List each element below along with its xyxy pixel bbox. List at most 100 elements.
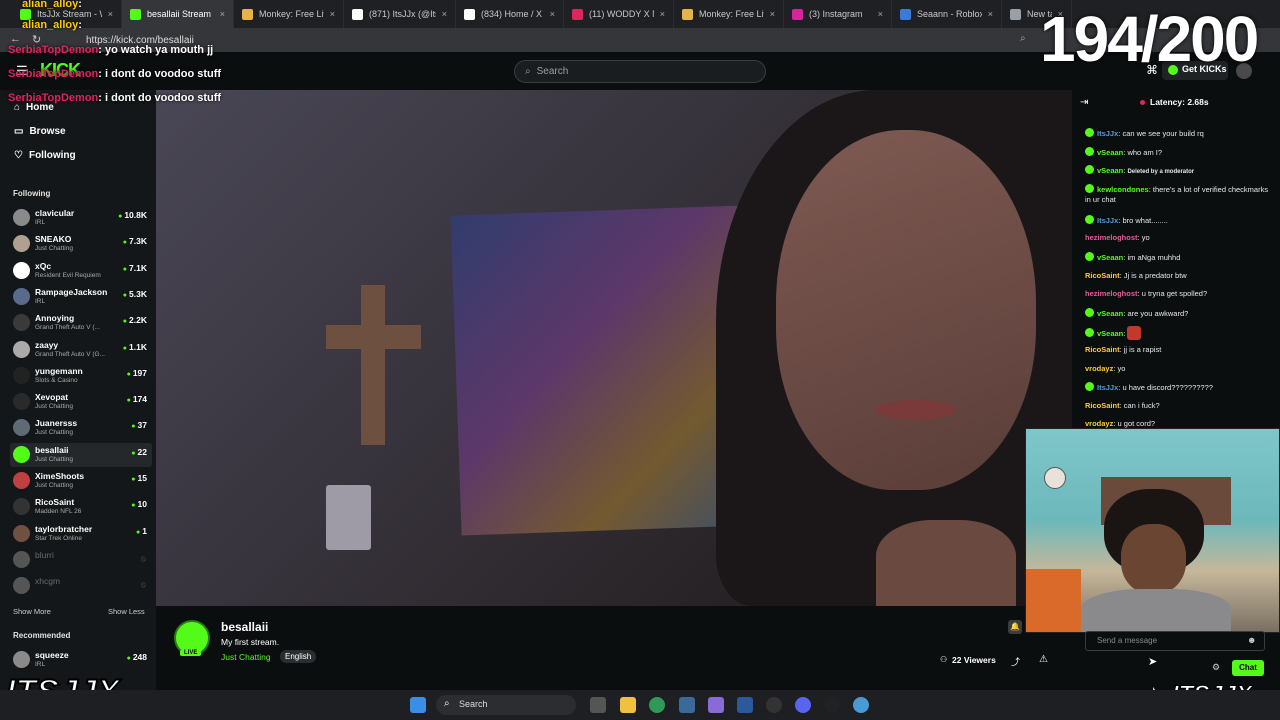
browser-tab[interactable]: (834) Home / X × bbox=[456, 0, 564, 28]
file-explorer-icon[interactable] bbox=[620, 697, 636, 713]
sidebar-channel-blurri[interactable]: blurri ⦸ bbox=[10, 548, 152, 572]
channel-name[interactable]: besallaii bbox=[221, 620, 268, 634]
chat-text: can we see your build rq bbox=[1122, 129, 1204, 138]
sidebar-channel-xhcgm[interactable]: xhcgm ⦸ bbox=[10, 574, 152, 598]
close-tab-icon[interactable]: × bbox=[878, 9, 883, 19]
channel-category: IRL bbox=[35, 661, 46, 668]
browser-tab[interactable]: (871) ItsJJx (@ItsJJx_ × bbox=[344, 0, 456, 28]
app-icon-3[interactable] bbox=[766, 697, 782, 713]
channel-viewer-count: 2.2K bbox=[123, 315, 147, 325]
settings-icon[interactable]: ⚙ bbox=[1212, 662, 1220, 673]
category-link[interactable]: Just Chatting bbox=[221, 652, 271, 662]
store-icon[interactable] bbox=[737, 697, 753, 713]
browser-tab[interactable]: Monkey: Free Live V × bbox=[234, 0, 344, 28]
sidebar-channel-squeeze[interactable]: squeezeIRL 248 bbox=[10, 648, 152, 672]
language-tag[interactable]: English bbox=[280, 650, 317, 663]
close-tab-icon[interactable]: × bbox=[220, 9, 225, 19]
verified-badge-icon bbox=[1085, 214, 1094, 224]
report-icon[interactable]: ⚠ bbox=[1039, 654, 1048, 665]
bell-icon[interactable]: 🔔 bbox=[1008, 620, 1022, 634]
emoji-icon[interactable]: ☻ bbox=[1247, 635, 1256, 645]
obs-icon[interactable] bbox=[824, 697, 840, 713]
chat-username[interactable]: ItsJJx bbox=[1097, 383, 1118, 392]
browser-tab[interactable]: Seaann - Roblox × bbox=[892, 0, 1002, 28]
chat-username[interactable]: hezimeloghost bbox=[1085, 289, 1138, 298]
chat-username[interactable]: vSeaan bbox=[1097, 253, 1123, 262]
sidebar-channel-ximeshoots[interactable]: XimeShootsJust Chatting 15 bbox=[10, 469, 152, 493]
browser-tab[interactable]: Monkey: Free Live V × bbox=[674, 0, 784, 28]
chat-username[interactable]: vrodayz bbox=[1085, 364, 1113, 373]
chat-username[interactable]: RicoSaint bbox=[1085, 271, 1120, 280]
search-input[interactable]: ⌕ Search bbox=[514, 60, 766, 83]
chat-username[interactable]: RicoSaint bbox=[1085, 345, 1120, 354]
video-player[interactable] bbox=[156, 90, 1072, 606]
sidebar-channel-xevopat[interactable]: XevopatJust Chatting 174 bbox=[10, 390, 152, 414]
chat-username[interactable]: vSeaan bbox=[1097, 148, 1123, 157]
sidebar-channel-clavicular[interactable]: clavicularIRL 10.8K bbox=[10, 206, 152, 230]
heart-icon: ♡ bbox=[14, 150, 23, 161]
show-less-button[interactable]: Show Less bbox=[108, 607, 145, 616]
app-icon-1[interactable] bbox=[679, 697, 695, 713]
sidebar-channel-juanersss[interactable]: JuanersssJust Chatting 37 bbox=[10, 416, 152, 440]
channel-avatar bbox=[13, 419, 30, 437]
verified-badge-icon bbox=[1085, 146, 1094, 156]
overlay-chat-line: SerbiaTopDemon: i dont do voodoo stuff bbox=[8, 68, 221, 80]
overlay-chat-text: i dont do voodoo stuff bbox=[105, 92, 222, 104]
chat-username[interactable]: kewlcondones bbox=[1097, 185, 1149, 194]
channel-viewer-count: 1 bbox=[136, 526, 147, 536]
sidebar-nav-browse[interactable]: ▭ Browse bbox=[14, 126, 66, 137]
sidebar-channel-besallaii[interactable]: besallaiiJust Chatting 22 bbox=[10, 442, 152, 467]
chat-username[interactable]: vSeaan bbox=[1097, 309, 1123, 318]
search-placeholder: Search bbox=[536, 66, 569, 77]
browser-tab[interactable]: (11) WODDY X MHA × bbox=[564, 0, 674, 28]
sidebar-channel-xqc[interactable]: xQcResident Evil Requiem 7.1K bbox=[10, 259, 152, 283]
sidebar-channel-zaayy[interactable]: zaayyGrand Theft Auto V (G... 1.1K bbox=[10, 338, 152, 362]
chat-message: vSeaan: who am I? bbox=[1085, 146, 1275, 158]
taskbar-search[interactable]: ⌕ Search bbox=[436, 695, 576, 715]
close-tab-icon[interactable]: × bbox=[108, 9, 113, 19]
browser-tab[interactable]: (3) Instagram × bbox=[784, 0, 892, 28]
overlay-chat-text: yo watch ya mouth jj bbox=[105, 44, 214, 56]
channel-avatar bbox=[13, 524, 30, 542]
share-icon[interactable]: ⤴ bbox=[1011, 655, 1020, 668]
chat-message: ItsJJx: u have discord?????????? bbox=[1085, 382, 1275, 393]
zoom-icon[interactable]: ⌕ bbox=[1020, 33, 1026, 44]
chat-text: yo bbox=[1117, 363, 1126, 373]
overlay-chat-user: SerbiaTopDemon bbox=[8, 68, 99, 80]
sidebar-channel-annoying[interactable]: AnnoyingGrand Theft Auto V (... 2.2K bbox=[10, 311, 152, 335]
stream-title: My first stream. bbox=[221, 637, 280, 647]
chat-username[interactable]: ItsJJx bbox=[1097, 216, 1118, 225]
chat-message: ItsJJx: can we see your build rq bbox=[1085, 128, 1275, 139]
chat-username[interactable]: vSeaan bbox=[1097, 329, 1123, 338]
chat-username[interactable]: RicoSaint bbox=[1085, 401, 1120, 410]
chat-send-button[interactable]: Chat bbox=[1232, 660, 1264, 676]
discord-icon[interactable] bbox=[795, 697, 811, 713]
chat-username[interactable]: hezimeloghost bbox=[1085, 233, 1138, 242]
close-tab-icon[interactable]: × bbox=[770, 9, 775, 19]
chat-input-placeholder: Send a message bbox=[1097, 636, 1158, 645]
chat-username[interactable]: vSeaan bbox=[1097, 166, 1123, 175]
close-tab-icon[interactable]: × bbox=[442, 9, 447, 19]
sidebar-nav-following[interactable]: ♡ Following bbox=[14, 150, 76, 161]
collapse-chat-icon[interactable]: ⇥ bbox=[1080, 97, 1088, 108]
windows-start-icon[interactable] bbox=[410, 697, 426, 713]
task-view-icon[interactable] bbox=[590, 697, 606, 713]
close-tab-icon[interactable]: × bbox=[660, 9, 665, 19]
close-tab-icon[interactable]: × bbox=[330, 9, 335, 19]
close-tab-icon[interactable]: × bbox=[550, 9, 555, 19]
close-tab-icon[interactable]: × bbox=[988, 9, 993, 19]
chat-text: u tryna get spolled? bbox=[1141, 289, 1208, 299]
chat-input[interactable]: Send a message ☻ bbox=[1085, 631, 1265, 651]
sidebar-channel-ricosaint[interactable]: RicoSaintMadden NFL 26 10 bbox=[10, 495, 152, 519]
chat-username[interactable]: ItsJJx bbox=[1097, 129, 1118, 138]
show-more-button[interactable]: Show More bbox=[13, 607, 51, 616]
chat-message: vSeaan: bbox=[1085, 326, 1275, 341]
app-icon-2[interactable] bbox=[708, 697, 724, 713]
chrome-icon[interactable] bbox=[649, 697, 665, 713]
sidebar-channel-rampagejackson[interactable]: RampageJacksonIRL 5.3K bbox=[10, 285, 152, 309]
sidebar-channel-sneako[interactable]: SNEAKOJust Chatting 7.3K bbox=[10, 232, 152, 256]
sidebar-channel-taylorbratcher[interactable]: taylorbratcherStar Trek Online 1 bbox=[10, 522, 152, 546]
sidebar-channel-yungemann[interactable]: yungemannSlots & Casino 197 bbox=[10, 364, 152, 388]
browser-tab[interactable]: besallaii Stream × bbox=[122, 0, 234, 28]
app-icon-4[interactable] bbox=[853, 697, 869, 713]
